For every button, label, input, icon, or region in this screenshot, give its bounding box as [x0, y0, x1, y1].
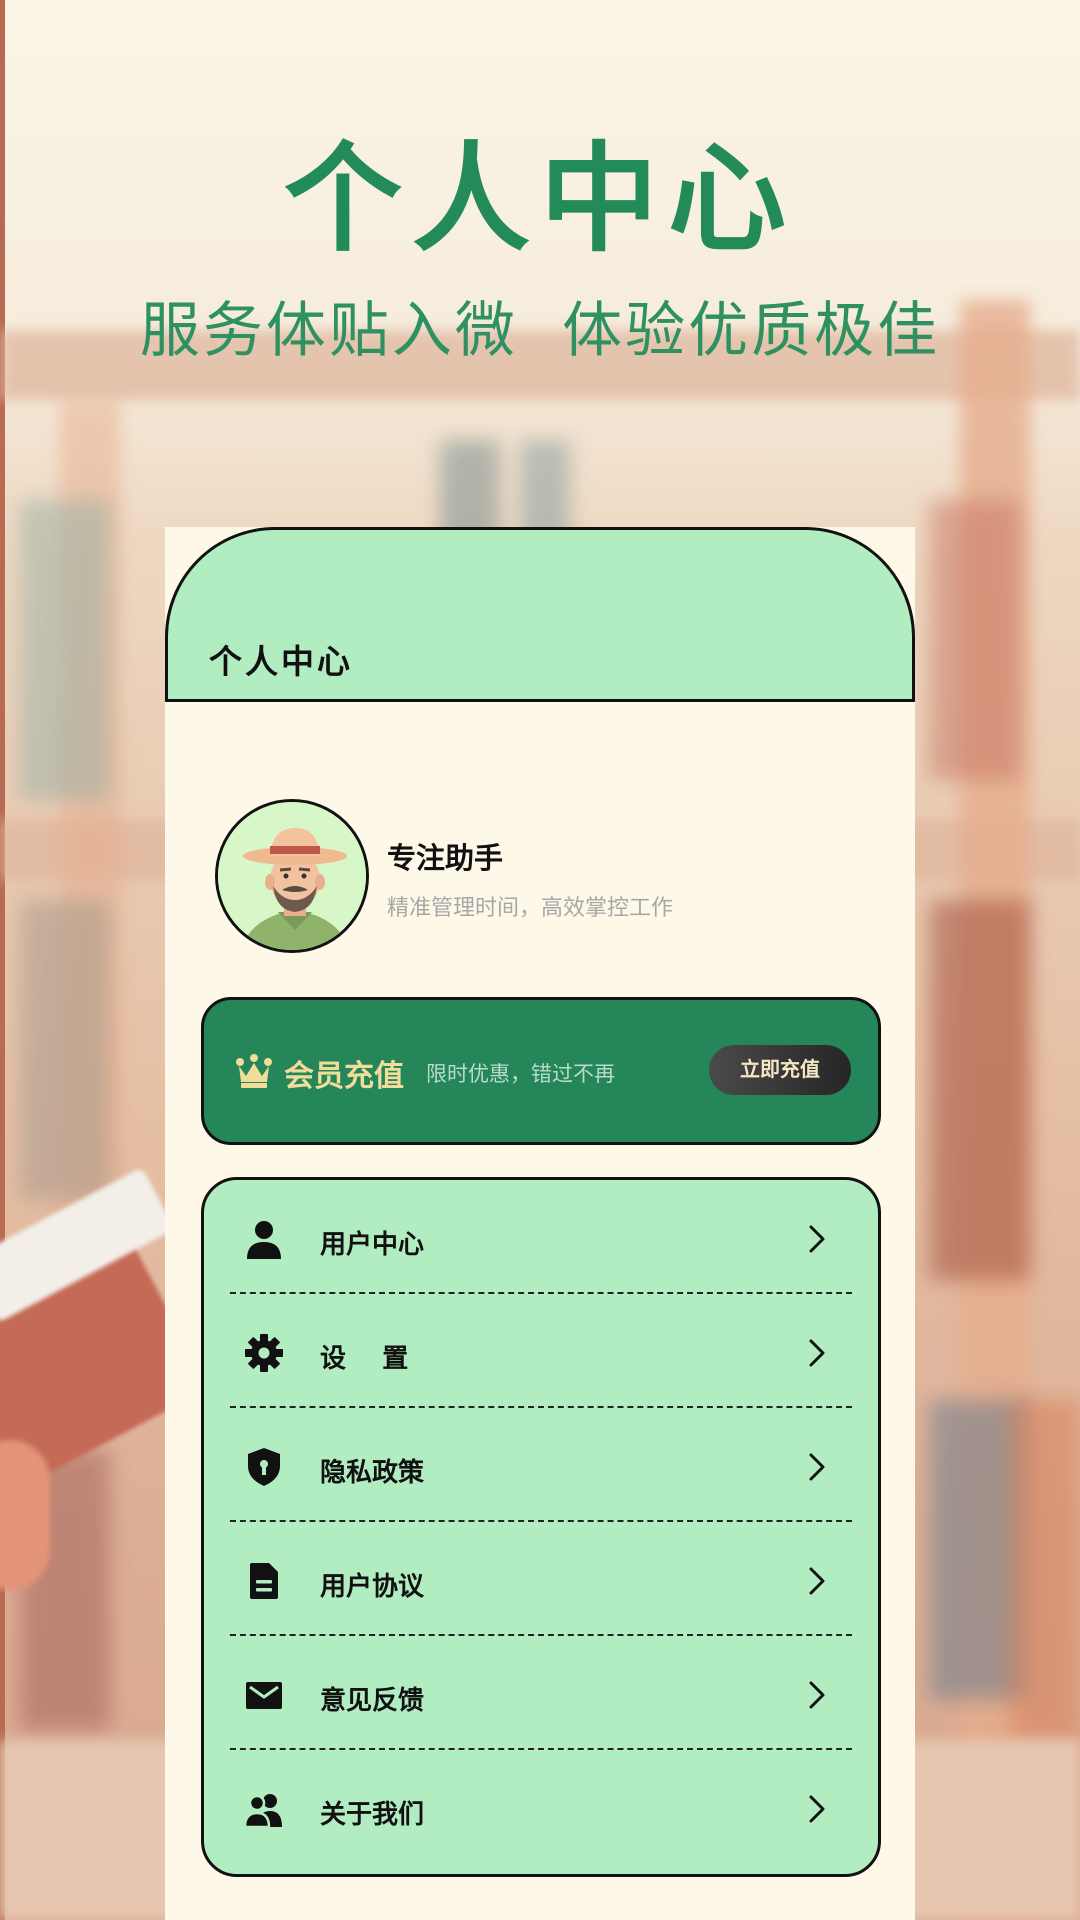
menu-item-settings[interactable]: 设 置	[230, 1294, 852, 1408]
chevron-right-icon	[809, 1225, 825, 1253]
menu-item-about-us[interactable]: 关于我们	[230, 1750, 852, 1864]
farmer-avatar-icon	[218, 802, 366, 950]
chevron-right-icon	[809, 1567, 825, 1595]
vip-description: 限时优惠，错过不再	[426, 1062, 615, 1086]
settings-menu: 用户中心 设 置 隐私政策 用户协议 意见反馈 关于我们	[201, 1177, 881, 1877]
shield-icon	[248, 1448, 280, 1486]
avatar[interactable]	[215, 799, 369, 953]
menu-item-label: 意见反馈	[320, 1686, 425, 1716]
profile-description: 精准管理时间，高效掌控工作	[387, 896, 674, 921]
menu-item-feedback[interactable]: 意见反馈	[230, 1636, 852, 1750]
recharge-button[interactable]: 立即充值	[709, 1045, 851, 1095]
menu-item-privacy-policy[interactable]: 隐私政策	[230, 1408, 852, 1522]
menu-item-label: 用户协议	[320, 1572, 425, 1602]
gear-icon	[245, 1334, 283, 1372]
chevron-right-icon	[809, 1795, 825, 1823]
vip-recharge-banner[interactable]: 会员充值 限时优惠，错过不再 立即充值	[201, 997, 881, 1145]
app-header: 个人中心	[165, 527, 915, 702]
menu-item-label: 用户中心	[320, 1230, 425, 1260]
user-icon	[247, 1221, 281, 1259]
menu-item-label: 关于我们	[320, 1800, 425, 1830]
hero-subtitle: 服务体贴入微 体验优质极佳	[139, 296, 941, 366]
phone-screen: 个人中心 专注助手 精准管理时间，高效掌控工作 会员充值 限时优惠，错过不再 立…	[165, 527, 915, 1920]
chevron-right-icon	[809, 1681, 825, 1709]
chevron-right-icon	[809, 1453, 825, 1481]
menu-item-label: 隐私政策	[320, 1458, 425, 1488]
crown-icon	[236, 1054, 272, 1088]
menu-item-user-agreement[interactable]: 用户协议	[230, 1522, 852, 1636]
vip-title: 会员充值	[284, 1059, 404, 1094]
menu-item-label: 设 置	[320, 1344, 409, 1374]
hero-title: 个人中心	[283, 130, 796, 268]
mail-icon	[246, 1682, 282, 1709]
document-icon	[250, 1563, 278, 1599]
menu-item-user-center[interactable]: 用户中心	[230, 1180, 852, 1294]
page-title: 个人中心	[209, 642, 353, 681]
profile-name: 专注助手	[387, 841, 504, 875]
chevron-right-icon	[809, 1339, 825, 1367]
users-icon	[244, 1794, 282, 1829]
